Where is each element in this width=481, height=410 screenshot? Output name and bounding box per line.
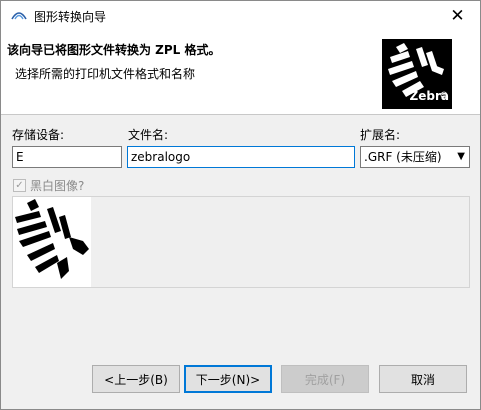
title-bar: 图形转换向导 ✕ (1, 1, 480, 31)
finish-button[interactable]: 完成(F) (281, 365, 369, 393)
zebra-stripes-image (15, 199, 89, 279)
header-title: 该向导已将图形文件转换为 ZPL 格式。 (7, 43, 221, 57)
next-button[interactable]: 下一步(N)> (184, 365, 272, 393)
chevron-down-icon: ▼ (457, 151, 465, 162)
logo-wordmark: Zebra (409, 89, 449, 103)
extension-label: 扩展名: (360, 128, 401, 142)
back-button[interactable]: <上一步(B) (92, 365, 180, 393)
wizard-icon (11, 12, 27, 20)
filename-field[interactable]: zebralogo (127, 146, 355, 168)
window-title: 图形转换向导 (34, 10, 107, 24)
bw-image-label: 黑白图像? (30, 179, 85, 193)
filename-label: 文件名: (128, 128, 169, 142)
cancel-button[interactable]: 取消 (379, 365, 467, 393)
extension-select[interactable]: .GRF (未压缩) ▼ (360, 146, 470, 168)
wizard-window: 图形转换向导 ✕ 该向导已将图形文件转换为 ZPL 格式。 选择所需的打印机文件… (0, 0, 481, 410)
zebra-logo: Zebra (382, 39, 452, 109)
wizard-header: 该向导已将图形文件转换为 ZPL 格式。 选择所需的打印机文件格式和名称 Zeb… (1, 31, 480, 115)
close-button[interactable]: ✕ (435, 1, 480, 31)
bw-image-option[interactable]: ✓ 黑白图像? (13, 177, 84, 194)
extension-value: .GRF (未压缩) (364, 150, 442, 164)
bw-image-checkbox[interactable]: ✓ (13, 179, 26, 192)
close-icon: ✕ (450, 6, 465, 26)
storage-label: 存储设备: (12, 128, 65, 142)
preview-image (13, 197, 91, 287)
storage-device-field[interactable]: E (12, 146, 122, 168)
image-preview (12, 196, 470, 288)
header-subtitle: 选择所需的打印机文件格式和名称 (15, 67, 196, 81)
